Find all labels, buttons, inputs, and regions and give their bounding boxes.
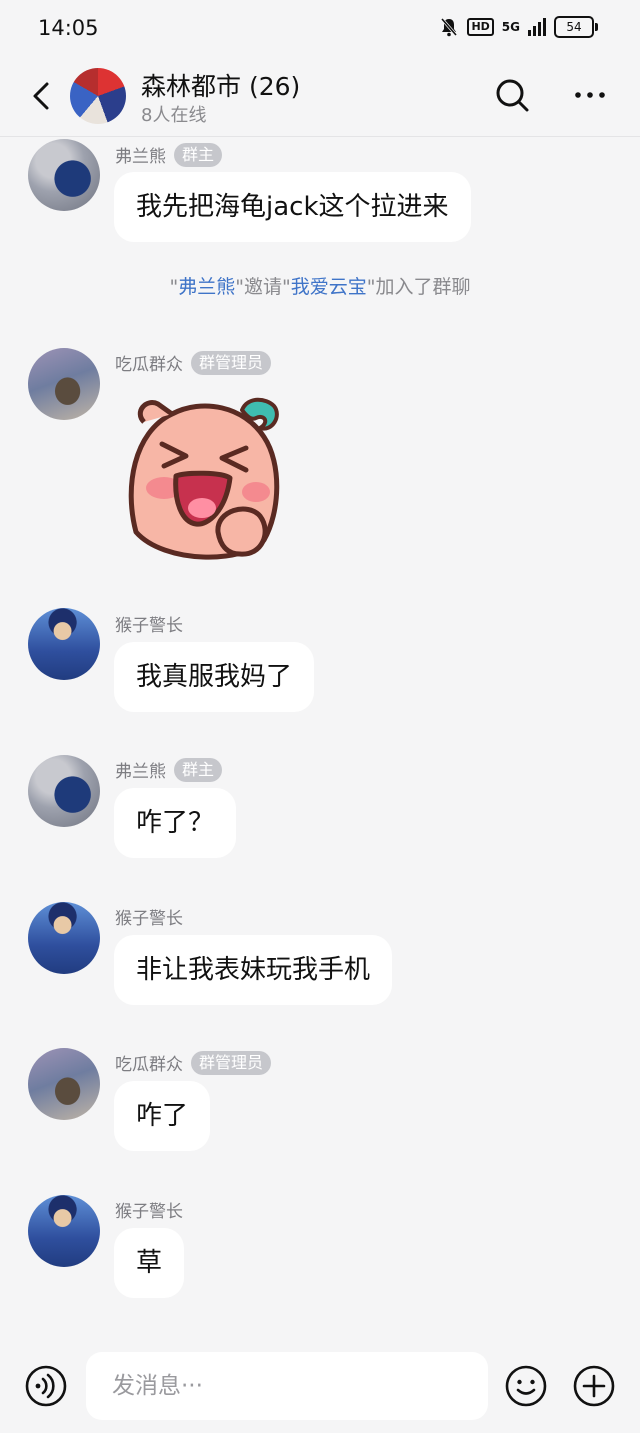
group-avatar[interactable] — [70, 68, 126, 124]
status-icons: HD 5G 54 — [439, 16, 598, 38]
message-bubble[interactable]: 我先把海龟jack这个拉进来 — [114, 172, 471, 242]
hd-badge: HD — [467, 18, 494, 36]
sender-row: 猴子警长 — [115, 1197, 183, 1222]
sender-name: 弗兰熊 — [115, 762, 166, 782]
voice-icon[interactable] — [24, 1364, 68, 1408]
role-badge: 群主 — [174, 757, 223, 782]
sender-row: 弗兰熊 群主 — [115, 757, 223, 782]
mute-bell-icon — [441, 18, 458, 37]
online-count: 8人在线 — [141, 105, 207, 126]
search-icon[interactable] — [492, 75, 532, 115]
chat-header: 森林都市 (26) 8人在线 — [0, 56, 640, 137]
laughing-peach-sticker[interactable] — [124, 392, 284, 564]
user-link[interactable]: 我爱云宝 — [291, 276, 367, 298]
girl-avatar[interactable] — [28, 348, 100, 420]
sender-row: 吃瓜群众 群管理员 — [115, 1050, 272, 1075]
status-bar: 14:05 HD 5G 54 — [0, 0, 640, 56]
sender-row: 猴子警长 — [115, 904, 183, 929]
message-bubble[interactable]: 咋了？ — [114, 788, 237, 858]
sender-name: 猴子警长 — [115, 909, 183, 929]
sender-name: 吃瓜群众 — [115, 1055, 183, 1075]
back-arrow-icon[interactable] — [22, 76, 62, 116]
sender-name: 弗兰熊 — [115, 147, 166, 167]
group-title: 森林都市 (26) — [141, 72, 301, 101]
police-avatar[interactable] — [28, 902, 100, 974]
police-avatar[interactable] — [28, 1195, 100, 1267]
message-input[interactable] — [86, 1352, 488, 1420]
input-bar — [0, 1340, 640, 1433]
role-badge: 群主 — [174, 142, 223, 167]
sender-row: 吃瓜群众 群管理员 — [115, 350, 272, 375]
message-bubble[interactable]: 咋了 — [114, 1081, 211, 1151]
user-link[interactable]: 弗兰熊 — [178, 276, 235, 298]
battery-indicator: 54 — [554, 16, 598, 38]
sender-name: 猴子警长 — [115, 616, 183, 636]
emoji-icon[interactable] — [504, 1364, 548, 1408]
status-time: 14:05 — [38, 16, 99, 40]
sender-name: 猴子警长 — [115, 1202, 183, 1222]
role-badge: 群管理员 — [191, 350, 272, 375]
message-bubble[interactable]: 非让我表妹玩我手机 — [114, 935, 393, 1005]
signal-icon — [528, 18, 546, 36]
add-icon[interactable] — [572, 1364, 616, 1408]
system-message: "弗兰熊"邀请"我爱云宝"加入了群聊 — [169, 276, 471, 298]
message-bubble[interactable]: 我真服我妈了 — [114, 642, 315, 712]
sender-name: 吃瓜群众 — [115, 355, 183, 375]
bear-avatar[interactable] — [28, 755, 100, 827]
sender-row: 猴子警长 — [115, 611, 183, 636]
bear-avatar[interactable] — [28, 139, 100, 211]
message-bubble[interactable]: 草 — [114, 1228, 185, 1298]
police-avatar[interactable] — [28, 608, 100, 680]
role-badge: 群管理员 — [191, 1050, 272, 1075]
girl-avatar[interactable] — [28, 1048, 100, 1120]
sender-row: 弗兰熊 群主 — [115, 142, 223, 167]
network-label: 5G — [501, 20, 520, 34]
more-icon[interactable] — [570, 75, 610, 115]
